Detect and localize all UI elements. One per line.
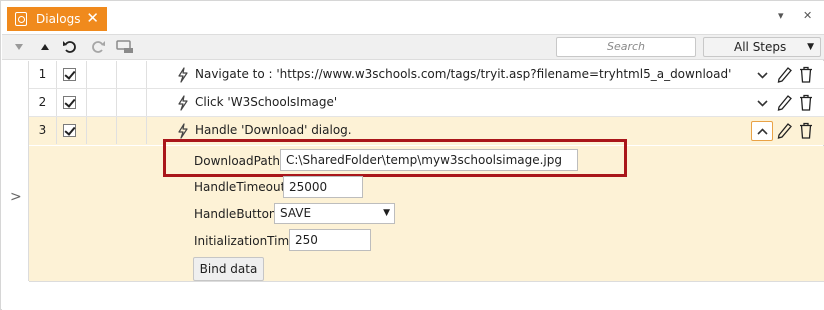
tab-title: Dialogs	[36, 12, 81, 26]
chevron-down-icon: ▼	[807, 42, 814, 52]
bind-data-button[interactable]: Bind data	[193, 257, 264, 281]
edit-icon[interactable]	[776, 66, 792, 83]
column-divider	[116, 89, 117, 116]
expand-step-button[interactable]	[751, 65, 773, 85]
step-row[interactable]: 2 Click 'W3SchoolsImage'	[29, 89, 824, 117]
step-number: 1	[29, 61, 57, 88]
handle-button-value: SAVE	[280, 206, 312, 220]
panel-menu-icon[interactable]: ▾	[778, 9, 784, 22]
toolbar: Search All Steps ▼	[2, 34, 824, 60]
column-divider	[86, 89, 87, 116]
column-divider	[146, 117, 147, 144]
column-divider	[116, 61, 117, 88]
redo-icon[interactable]	[88, 38, 108, 56]
initialization-time-label: InitializationTime:	[194, 234, 301, 248]
delete-icon[interactable]	[799, 66, 813, 83]
lightning-icon	[178, 95, 188, 111]
search-input[interactable]: Search	[556, 37, 696, 57]
chevron-down-icon: ▼	[383, 208, 390, 218]
steps-filter-select[interactable]: All Steps ▼	[703, 37, 821, 57]
expand-panel-icon[interactable]: >	[10, 189, 22, 205]
collapse-step-button[interactable]	[751, 121, 773, 141]
step-parameters-panel: DownloadPath: C:\SharedFolder\temp\myw3s…	[29, 139, 824, 282]
delete-icon[interactable]	[799, 122, 813, 139]
expand-step-button[interactable]	[751, 93, 773, 113]
undo-icon[interactable]	[60, 38, 80, 56]
delete-icon[interactable]	[799, 94, 813, 111]
step-description: Click 'W3SchoolsImage'	[195, 95, 338, 109]
chevron-up-icon	[756, 127, 768, 135]
chevron-down-icon	[756, 99, 768, 107]
step-enabled-checkbox[interactable]	[63, 124, 76, 137]
step-enabled-checkbox[interactable]	[63, 68, 76, 81]
step-row[interactable]: 1 Navigate to : 'https://www.w3schools.c…	[29, 61, 824, 89]
step-enabled-checkbox[interactable]	[63, 96, 76, 109]
tab-dialogs[interactable]: Dialogs ✕	[7, 7, 107, 31]
handle-timeout-label: HandleTimeout:	[194, 180, 290, 194]
handle-button-select[interactable]: SAVE ▼	[274, 203, 395, 224]
dialogs-panel: Dialogs ✕ ▾ ✕ Search All Steps ▼ > 1 Nav…	[0, 0, 824, 310]
tab-bar: Dialogs ✕ ▾ ✕	[1, 1, 824, 34]
step-number: 2	[29, 89, 57, 116]
step-number: 3	[29, 117, 57, 144]
step-description: Navigate to : 'https://www.w3schools.com…	[195, 67, 732, 81]
empty-area	[2, 282, 824, 310]
column-divider	[86, 61, 87, 88]
lightning-icon	[178, 67, 188, 83]
steps-filter-value: All Steps	[734, 40, 787, 54]
move-up-icon[interactable]	[36, 38, 54, 56]
column-divider	[146, 61, 147, 88]
panel-close-icon[interactable]: ✕	[803, 9, 812, 22]
column-divider	[116, 117, 117, 144]
initialization-time-field[interactable]: 250	[289, 229, 371, 251]
download-path-field[interactable]: C:\SharedFolder\temp\myw3schoolsimage.jp…	[280, 149, 578, 171]
tab-close-icon[interactable]: ✕	[86, 10, 99, 27]
column-divider	[146, 89, 147, 116]
column-divider	[86, 117, 87, 144]
handle-timeout-field[interactable]: 25000	[283, 176, 363, 198]
left-gutter: >	[2, 61, 29, 281]
edit-icon[interactable]	[776, 94, 792, 111]
lightning-icon	[178, 123, 188, 139]
record-step-icon[interactable]	[114, 38, 136, 56]
download-path-label: DownloadPath:	[194, 154, 285, 168]
document-icon	[15, 12, 27, 26]
handle-button-label: HandleButton:	[194, 207, 281, 221]
chevron-down-icon	[756, 71, 768, 79]
edit-icon[interactable]	[776, 122, 792, 139]
move-down-icon[interactable]	[10, 38, 28, 56]
